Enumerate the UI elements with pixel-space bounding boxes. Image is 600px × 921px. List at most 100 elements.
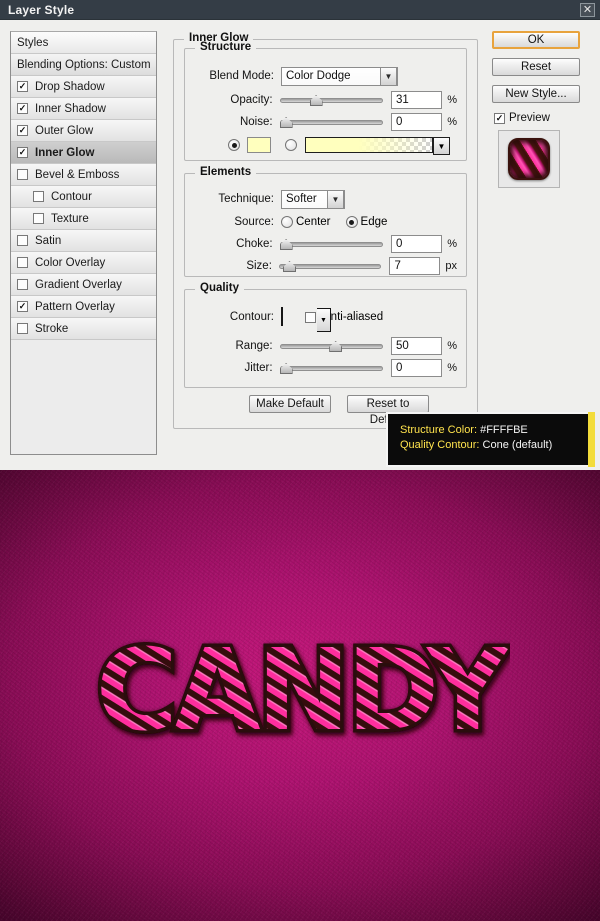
range-row: Range: 50 %: [185, 336, 457, 356]
noise-slider[interactable]: [279, 115, 383, 129]
chevron-down-icon[interactable]: ▼: [327, 189, 344, 209]
choke-slider[interactable]: [279, 237, 383, 251]
reset-to-default-button[interactable]: Reset to Default: [347, 395, 429, 426]
close-icon[interactable]: ✕: [580, 3, 595, 17]
sidebar-item-texture[interactable]: ✓ Texture: [11, 208, 156, 230]
chevron-down-icon[interactable]: ▼: [380, 66, 397, 86]
range-slider-handle[interactable]: [329, 341, 343, 352]
technique-row: Technique: Softer ▼: [185, 189, 457, 209]
technique-select[interactable]: Softer ▼: [281, 189, 345, 209]
checkbox-texture[interactable]: ✓: [33, 213, 44, 224]
sidebar-item-satin[interactable]: ✓ Satin: [11, 230, 156, 252]
checkbox-outer-glow[interactable]: ✓: [17, 125, 28, 136]
checkbox-stroke[interactable]: ✓: [17, 323, 28, 334]
noise-value: 0: [395, 116, 403, 128]
candy-artwork: CANDY: [92, 626, 510, 760]
checkbox-anti-aliased[interactable]: ✓: [305, 311, 316, 323]
size-value: 7: [394, 260, 401, 272]
jitter-slider-handle[interactable]: [279, 363, 293, 374]
glow-color-swatch[interactable]: [247, 137, 271, 153]
make-default-button[interactable]: Make Default: [249, 395, 331, 413]
size-unit: px: [445, 260, 457, 272]
range-label: Range:: [235, 340, 273, 352]
quality-group-legend: Quality: [195, 282, 244, 294]
sidebar-item-outer-glow[interactable]: ✓ Outer Glow: [11, 120, 156, 142]
checkbox-inner-shadow[interactable]: ✓: [17, 103, 28, 114]
checkbox-inner-glow[interactable]: ✓: [17, 147, 28, 158]
source-center-label: Center: [296, 216, 331, 228]
opacity-slider[interactable]: [279, 93, 383, 107]
size-slider-handle[interactable]: [283, 261, 296, 272]
sidebar-item-label: Satin: [35, 234, 62, 247]
reset-button[interactable]: Reset: [492, 58, 580, 76]
opacity-input[interactable]: 31: [390, 91, 443, 109]
contour-row: Contour: ▼ ✓ Anti-aliased: [185, 304, 457, 332]
checkbox-preview[interactable]: ✓: [494, 112, 505, 124]
tooltip-line-1-value: #FFFFBE: [480, 424, 528, 436]
source-row: Source: Center Edge: [185, 212, 457, 232]
sidebar-item-gradient-overlay[interactable]: ✓ Gradient Overlay: [11, 274, 156, 296]
glow-gradient-swatch[interactable]: ▼: [305, 137, 450, 155]
checkbox-gradient-overlay[interactable]: ✓: [17, 279, 28, 290]
jitter-unit: %: [447, 362, 457, 374]
noise-input[interactable]: 0: [390, 113, 443, 131]
jitter-value: 0: [395, 362, 403, 374]
sidebar-item-drop-shadow[interactable]: ✓ Drop Shadow: [11, 76, 156, 98]
radio-solid-color[interactable]: [228, 139, 240, 151]
opacity-slider-handle[interactable]: [309, 95, 323, 106]
blend-mode-select[interactable]: Color Dodge ▼: [281, 66, 398, 86]
sidebar-item-blending-options[interactable]: Blending Options: Custom: [11, 54, 156, 76]
jitter-input[interactable]: 0: [390, 359, 443, 377]
sidebar-item-stroke[interactable]: ✓ Stroke: [11, 318, 156, 340]
styles-list-header: Styles: [11, 32, 156, 54]
checkbox-drop-shadow[interactable]: ✓: [17, 81, 28, 92]
noise-slider-handle[interactable]: [279, 117, 293, 128]
range-value: 50: [395, 340, 409, 352]
contour-picker[interactable]: ▼: [281, 307, 331, 332]
dialog-titlebar: Layer Style ✕: [0, 0, 600, 20]
quality-group: Quality Contour: ▼ ✓ Anti-aliased: [184, 282, 467, 388]
checkbox-bevel-emboss[interactable]: ✓: [17, 169, 28, 180]
sidebar-item-pattern-overlay[interactable]: ✓ Pattern Overlay: [11, 296, 156, 318]
choke-slider-handle[interactable]: [279, 239, 293, 250]
sidebar-item-bevel-emboss[interactable]: ✓ Bevel & Emboss: [11, 164, 156, 186]
dialog-actions: OK Reset New Style... ✓ Preview: [492, 31, 590, 188]
choke-row: Choke: 0 %: [185, 234, 457, 254]
range-input[interactable]: 50: [390, 337, 443, 355]
annotation-tooltip: Structure Color: #FFFFBE Quality Contour…: [386, 412, 595, 467]
technique-label: Technique:: [218, 193, 274, 205]
choke-input[interactable]: 0: [390, 235, 443, 253]
preview-toggle-row[interactable]: ✓ Preview: [494, 112, 590, 124]
glow-fill-row: ▼: [228, 135, 458, 155]
sidebar-item-color-overlay[interactable]: ✓ Color Overlay: [11, 252, 156, 274]
blend-mode-row: Blend Mode: Color Dodge ▼: [185, 66, 457, 86]
tooltip-line-2-value: Cone (default): [482, 439, 553, 451]
checkbox-pattern-overlay[interactable]: ✓: [17, 301, 28, 312]
checkbox-color-overlay[interactable]: ✓: [17, 257, 28, 268]
radio-gradient[interactable]: [285, 139, 297, 151]
radio-source-edge[interactable]: [345, 216, 358, 228]
gradient-dropdown-icon[interactable]: ▼: [433, 137, 450, 155]
sidebar-item-contour[interactable]: ✓ Contour: [11, 186, 156, 208]
new-style-button[interactable]: New Style...: [492, 85, 580, 103]
sidebar-item-inner-shadow[interactable]: ✓ Inner Shadow: [11, 98, 156, 120]
checkbox-contour[interactable]: ✓: [33, 191, 44, 202]
contour-dropdown-icon[interactable]: ▼: [317, 308, 331, 332]
opacity-label: Opacity:: [230, 94, 273, 106]
sidebar-item-inner-glow[interactable]: ✓ Inner Glow: [11, 142, 156, 164]
checkbox-satin[interactable]: ✓: [17, 235, 28, 246]
radio-source-center[interactable]: [281, 216, 293, 228]
blending-options-label: Blending Options: Custom: [17, 58, 151, 71]
contour-thumbnail[interactable]: [281, 307, 283, 326]
size-slider[interactable]: [278, 259, 382, 273]
styles-list-panel: Styles Blending Options: Custom ✓ Drop S…: [10, 31, 157, 455]
jitter-slider[interactable]: [279, 361, 383, 375]
size-input[interactable]: 7: [389, 257, 441, 275]
noise-label: Noise:: [239, 116, 273, 128]
sidebar-item-label: Drop Shadow: [35, 80, 105, 93]
choke-label: Choke:: [236, 238, 273, 250]
opacity-value: 31: [395, 94, 409, 106]
document-canvas: CANDY: [0, 470, 600, 921]
ok-button[interactable]: OK: [492, 31, 580, 49]
range-slider[interactable]: [279, 339, 383, 353]
